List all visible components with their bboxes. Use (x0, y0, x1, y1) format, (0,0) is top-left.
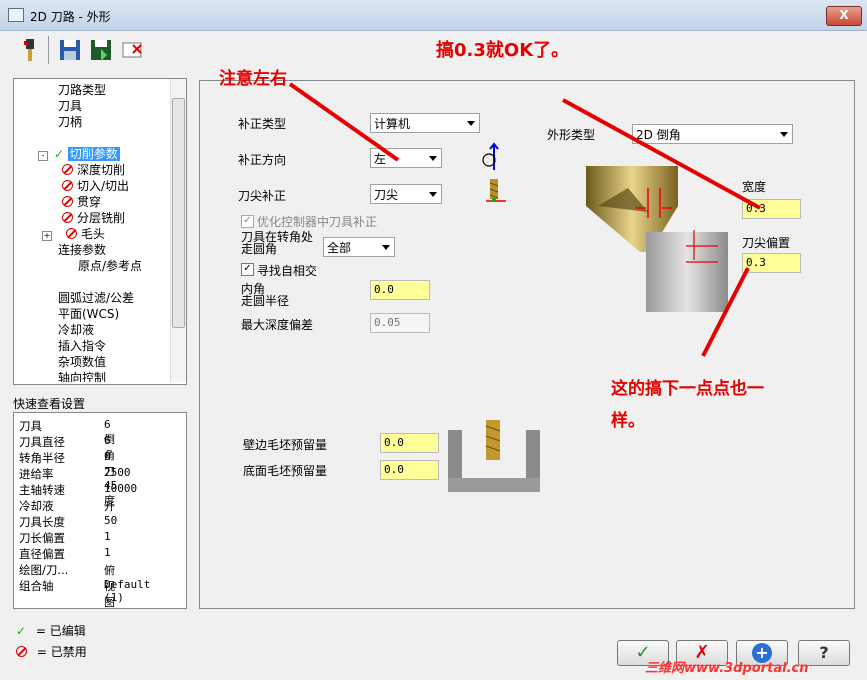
disabled-icon (62, 196, 73, 207)
close-button[interactable]: X (826, 6, 862, 26)
quick-row: 直径偏置 1 (19, 546, 111, 561)
tree-item-canned-text[interactable]: 插入指令 (28, 338, 142, 354)
chevron-down-icon (382, 245, 390, 250)
banner-annotation: 搞0.3就OK了。 (436, 40, 570, 61)
tree-item-misc-values[interactable]: 杂项数值 (28, 354, 142, 370)
disabled-icon (62, 164, 73, 175)
chevron-down-icon (467, 121, 475, 126)
title-bar: 2D 刀路 - 外形 X (0, 0, 867, 31)
cut-parameters-panel (199, 80, 855, 609)
tip-comp-select[interactable]: 刀尖 (370, 184, 442, 204)
tree-item-home[interactable]: 原点/参考点 (28, 258, 142, 274)
tip-comp-label: 刀尖补正 (238, 189, 287, 203)
save-icon[interactable] (58, 37, 82, 63)
tree-item-depth-cuts[interactable]: 深度切削 (28, 162, 142, 178)
tree-list: 刀路类型 刀具 刀柄 - ✓ 切削参数 深度切削 切入/切出 贯穿 分层铣削 +… (28, 82, 142, 382)
inner-radius-input[interactable]: 0.0 (370, 280, 430, 300)
tip-offset-input[interactable]: 0.3 (742, 253, 801, 273)
legend-disabled: = 已禁用 (16, 643, 87, 660)
tree-item-holder[interactable]: 刀柄 (28, 114, 142, 130)
find-self-checkbox[interactable]: ✓ (241, 263, 254, 276)
tree-item-planes[interactable]: 平面(WCS) (28, 306, 142, 322)
expander-icon[interactable]: - (38, 151, 48, 161)
window-icon (8, 8, 24, 22)
quick-row: 组合轴 Default (1) (19, 578, 151, 604)
tip-offset-label: 刀尖偏置 (742, 236, 791, 250)
tree-item-coolant[interactable]: 冷却液 (28, 322, 142, 338)
max-dev-input[interactable]: 0.05 (370, 313, 430, 333)
comp-dir-select[interactable]: 左 (370, 148, 442, 168)
tool-icon[interactable] (18, 37, 42, 63)
chevron-down-icon (429, 192, 437, 197)
chevron-down-icon (780, 132, 788, 137)
expander-icon[interactable]: + (42, 231, 52, 241)
quick-row: 冷却液开 (19, 499, 115, 513)
annotation-same-2: 样。 (611, 411, 645, 431)
save-as-icon[interactable] (89, 37, 113, 63)
tree-item-multi-passes[interactable]: 分层铣削 (28, 210, 142, 226)
comp-type-label: 补正类型 (238, 117, 287, 131)
quick-row: 刀具 6 倒角刀 45度 (19, 418, 118, 507)
edited-check-icon: ✓ (16, 624, 27, 638)
quick-view-title: 快速查看设置 (13, 397, 86, 411)
quick-row: 刀具直径 6 (19, 434, 111, 449)
toolbar-separator (48, 36, 49, 64)
tree-item-toolpath-type[interactable]: 刀路类型 (28, 82, 142, 98)
tip-comp-icon (486, 177, 510, 208)
comp-type-select[interactable]: 计算机 (370, 113, 480, 133)
quick-row: 刀长偏置 1 (19, 530, 111, 545)
corner-label: 刀具在转角处 走圆角 (241, 230, 314, 256)
tree-item-break-through[interactable]: 贯穿 (28, 194, 142, 210)
floor-stock-input[interactable]: 0.0 (380, 460, 439, 480)
chevron-down-icon (429, 156, 437, 161)
tree-item-cut-params[interactable]: - ✓ 切削参数 (28, 146, 142, 162)
find-self-label: 寻找自相交 (257, 264, 318, 278)
wall-stock-input[interactable]: 0.0 (380, 433, 439, 453)
wall-stock-label: 壁边毛坯预留量 (243, 438, 328, 452)
contour-type-label: 外形类型 (547, 128, 596, 142)
clear-icon[interactable] (120, 37, 144, 63)
disabled-icon (16, 646, 27, 657)
width-input[interactable]: 0.3 (742, 199, 801, 219)
width-label: 宽度 (742, 180, 767, 194)
stock-illustration (448, 418, 540, 495)
floor-stock-label: 底面毛坯预留量 (243, 464, 328, 478)
corner-select[interactable]: 全部 (323, 237, 395, 257)
tree-scrollbar-thumb[interactable] (172, 98, 185, 328)
quick-row: 绘图/刀... 俯视图 (19, 563, 115, 609)
tree-item-lead-in-out[interactable]: 切入/切出 (28, 178, 142, 194)
quick-row: 转角半径 0 (19, 450, 111, 465)
parameter-tree: 刀路类型 刀具 刀柄 - ✓ 切削参数 深度切削 切入/切出 贯穿 分层铣削 +… (13, 78, 187, 385)
quick-row: 刀具长度 50 (19, 514, 118, 529)
tree-item-axis-control[interactable]: 轴向控制 (28, 370, 142, 382)
chamfer-illustration (578, 166, 728, 317)
quick-view-panel: 刀具 6 倒角刀 45度 刀具直径 6 转角半径 0 进给率 2500 主轴转速 1000… (13, 412, 187, 609)
opt-ctrl-checkbox[interactable]: ✓ (241, 215, 254, 228)
tree-item-tabs[interactable]: + 毛头 (28, 226, 142, 242)
inner-radius-label: 内角 走圆半径 (241, 282, 290, 308)
annotation-same-1: 这的搞下一点点也一 (611, 379, 764, 399)
opt-ctrl-label: 优化控制器中刀具补正 (257, 215, 378, 229)
tree-item-tool[interactable]: 刀具 (28, 98, 142, 114)
window-title: 2D 刀路 - 外形 (30, 10, 111, 24)
max-dev-label: 最大深度偏差 (241, 318, 314, 332)
comp-dir-label: 补正方向 (238, 153, 287, 167)
disabled-icon (62, 180, 73, 191)
comp-dir-icon (480, 142, 504, 177)
legend-edited: ✓ = 已编辑 (16, 624, 86, 638)
contour-type-select[interactable]: 2D 倒角 (632, 124, 793, 144)
quick-row: 进给率 2500 (19, 466, 131, 481)
disabled-icon (62, 212, 73, 223)
watermark: 三维网www.3dportal.cn (645, 661, 809, 676)
annotation-left-right: 注意左右 (219, 69, 287, 89)
disabled-icon (65, 228, 77, 239)
edited-check-icon: ✓ (53, 147, 64, 161)
tree-item-linking[interactable]: 连接参数 (28, 242, 142, 258)
tree-item-arc-filter[interactable]: 圆弧过滤/公差 (28, 290, 142, 306)
quick-row: 主轴转速 10000 (19, 482, 138, 497)
